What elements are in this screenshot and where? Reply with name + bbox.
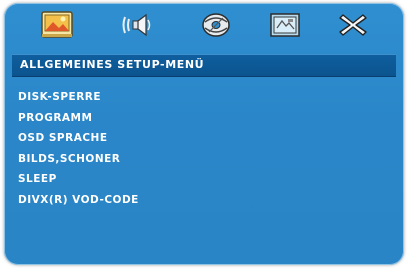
exit-icon[interactable] <box>336 9 370 41</box>
menu-title-bar: ALLGEMEINES SETUP-MENÜ <box>12 54 396 77</box>
preference-setup-icon[interactable] <box>268 9 302 41</box>
page-title: ALLGEMEINES SETUP-MENÜ <box>20 58 205 71</box>
menu-item-programm[interactable]: PROGRAMM <box>18 110 268 131</box>
menu-item-sleep[interactable]: SLEEP <box>18 171 268 192</box>
setup-menu-list: DISK-SPERRE PROGRAMM OSD SPRACHE BILDS,S… <box>18 89 268 212</box>
menu-item-bildschirmschoner[interactable]: BILDS,SCHONER <box>18 151 268 172</box>
general-setup-icon[interactable] <box>40 9 74 41</box>
menu-item-disk-sperre[interactable]: DISK-SPERRE <box>18 89 268 110</box>
audio-setup-icon[interactable] <box>120 9 154 41</box>
setup-menu-screen: ALLGEMEINES SETUP-MENÜ DISK-SPERRE PROGR… <box>4 3 404 265</box>
menu-item-osd-sprache[interactable]: OSD SPRACHE <box>18 130 268 151</box>
setup-toolbar <box>4 3 404 47</box>
video-setup-icon[interactable] <box>199 9 233 41</box>
menu-item-divx-vod-code[interactable]: DIVX(R) VOD-CODE <box>18 192 268 213</box>
